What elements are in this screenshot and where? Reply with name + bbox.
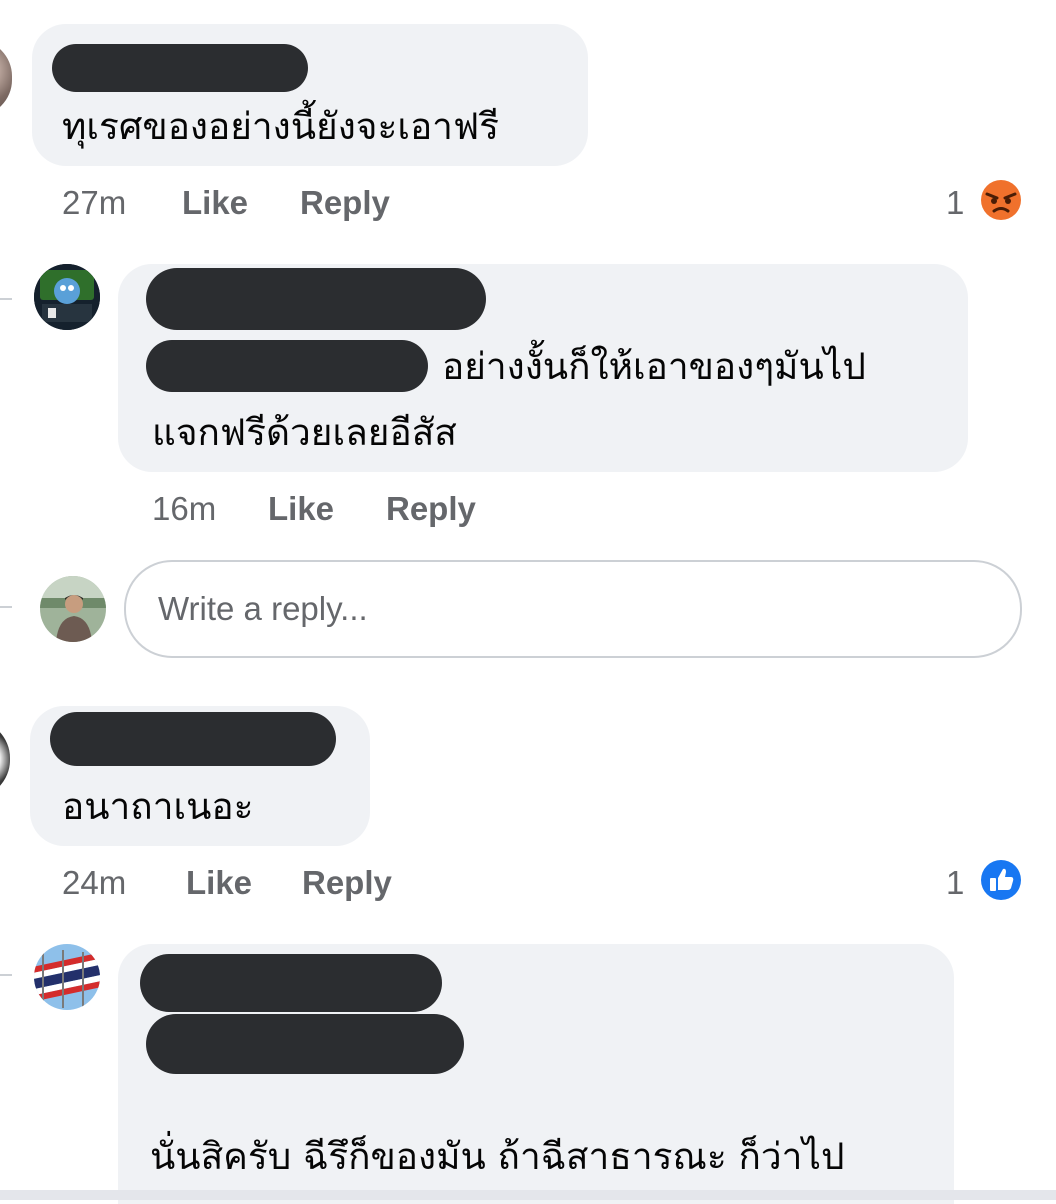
redacted-replier-name [146,268,486,330]
like-button[interactable]: Like [268,490,334,528]
thread-connector [0,298,12,300]
thread-connector [0,606,12,608]
like-reaction-icon[interactable] [978,857,1024,903]
reply-timestamp[interactable]: 16m [152,490,216,528]
reply-text-line1: อย่างงั้นก็ให้เอาของๆมันไป [442,345,866,388]
redacted-commenter-name [52,44,308,92]
comment-timestamp[interactable]: 27m [62,184,126,222]
redacted-mention-tag [146,1014,464,1074]
reply-button[interactable]: Reply [386,490,476,528]
redacted-commenter-name [50,712,336,766]
like-button[interactable]: Like [186,864,252,902]
reply-input-placeholder[interactable]: Write a reply... [158,590,368,628]
like-button[interactable]: Like [182,184,248,222]
comment-timestamp[interactable]: 24m [62,864,126,902]
reply-text: นั่นสิครับ ฉีรึก็ของมัน ถ้าฉีสาธารณะ ก็ว… [150,1135,845,1178]
commenter-avatar[interactable] [0,40,12,116]
reply-text-line2: แจกฟรีด้วยเลยอีสัส [152,411,457,454]
angry-reaction-icon[interactable] [978,177,1024,223]
replier-avatar[interactable] [34,944,100,1010]
redacted-mention-tag [146,340,428,392]
screen-bottom-edge [0,1190,1056,1200]
reply-button[interactable]: Reply [300,184,390,222]
commenter-avatar[interactable] [0,720,10,798]
redacted-replier-name [140,954,442,1012]
reaction-count[interactable]: 1 [946,864,964,902]
replier-avatar[interactable] [34,264,100,330]
reply-button[interactable]: Reply [302,864,392,902]
comment-text: อนาถาเนอะ [62,785,254,828]
comment-text: ทุเรศของอย่างนี้ยังจะเอาฟรี [62,105,500,148]
current-user-avatar [40,576,106,642]
reaction-count[interactable]: 1 [946,184,964,222]
thread-connector [0,974,12,976]
